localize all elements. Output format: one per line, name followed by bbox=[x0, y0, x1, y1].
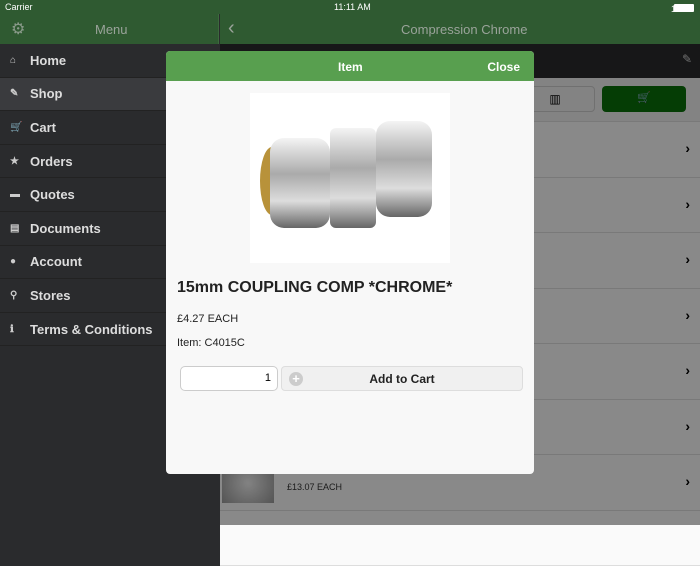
quantity-input[interactable]: 1 bbox=[180, 366, 278, 391]
home-icon: ⌂ bbox=[10, 55, 30, 66]
product-name: 15mm COUPLING COMP *CHROME* bbox=[177, 279, 452, 297]
page-title: Compression Chrome bbox=[401, 22, 527, 37]
item-code: Item: C4015C bbox=[177, 337, 245, 349]
cart-icon: 🛒 bbox=[10, 122, 30, 133]
nav-bar: ‹ Compression Chrome bbox=[220, 14, 700, 44]
comment-icon: ▬ bbox=[10, 189, 30, 200]
product-price: £4.27 EACH bbox=[177, 313, 238, 325]
pin-icon: ⚲ bbox=[10, 290, 30, 301]
status-bar: Carrier 11:11 AM 100% bbox=[0, 0, 700, 14]
time: 11:11 AM bbox=[334, 2, 371, 12]
back-icon[interactable]: ‹ bbox=[228, 17, 235, 40]
battery-level: 100% bbox=[671, 4, 694, 14]
tag-icon: ✎ bbox=[10, 88, 30, 99]
plus-icon: + bbox=[289, 372, 303, 386]
modal-header: Item Close bbox=[166, 51, 534, 81]
info-icon: ℹ bbox=[10, 324, 30, 335]
carrier: Carrier bbox=[5, 2, 33, 12]
modal-title: Item bbox=[338, 60, 363, 74]
menu-header: ⚙ Menu bbox=[0, 14, 219, 44]
gear-icon[interactable]: ⚙ bbox=[11, 19, 25, 39]
menu-title: Menu bbox=[95, 22, 128, 37]
product-image bbox=[250, 93, 450, 263]
document-icon: ▤ bbox=[10, 223, 30, 234]
close-button[interactable]: Close bbox=[487, 60, 520, 74]
item-modal: Item Close 15mm COUPLING COMP *CHROME* £… bbox=[166, 51, 534, 474]
add-to-cart-button[interactable]: +Add to Cart bbox=[281, 366, 523, 391]
star-icon: ★ bbox=[10, 156, 30, 167]
user-icon: ● bbox=[10, 256, 30, 267]
